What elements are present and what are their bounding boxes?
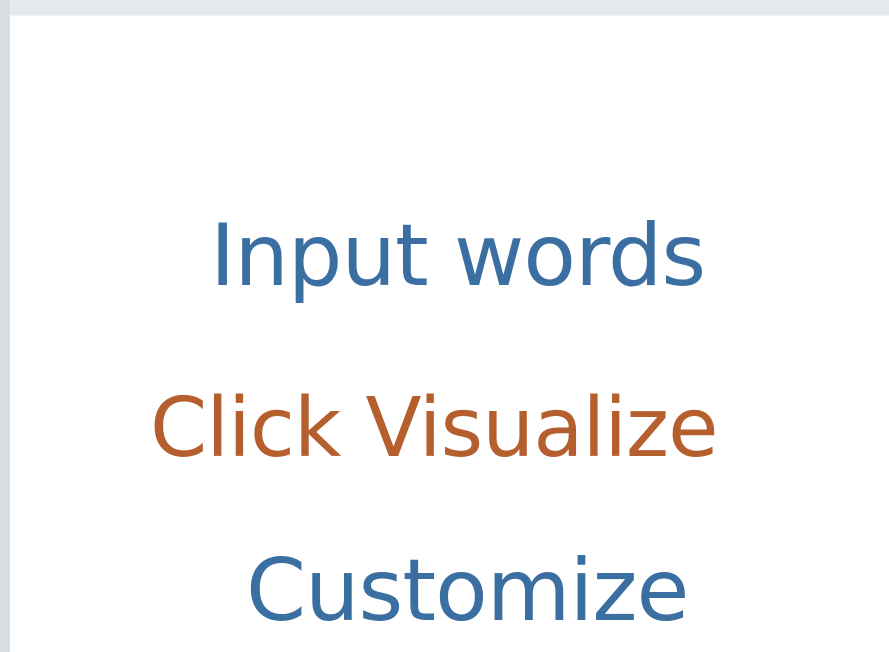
instruction-input-words: Input words xyxy=(210,206,706,306)
left-sidebar-edge xyxy=(0,0,10,652)
top-toolbar-strip xyxy=(0,0,889,16)
instruction-customize: Customize xyxy=(246,541,689,641)
instruction-click-visualize: Click Visualize xyxy=(150,381,719,476)
word-cloud-canvas[interactable]: Input words Click Visualize Customize xyxy=(10,16,889,652)
